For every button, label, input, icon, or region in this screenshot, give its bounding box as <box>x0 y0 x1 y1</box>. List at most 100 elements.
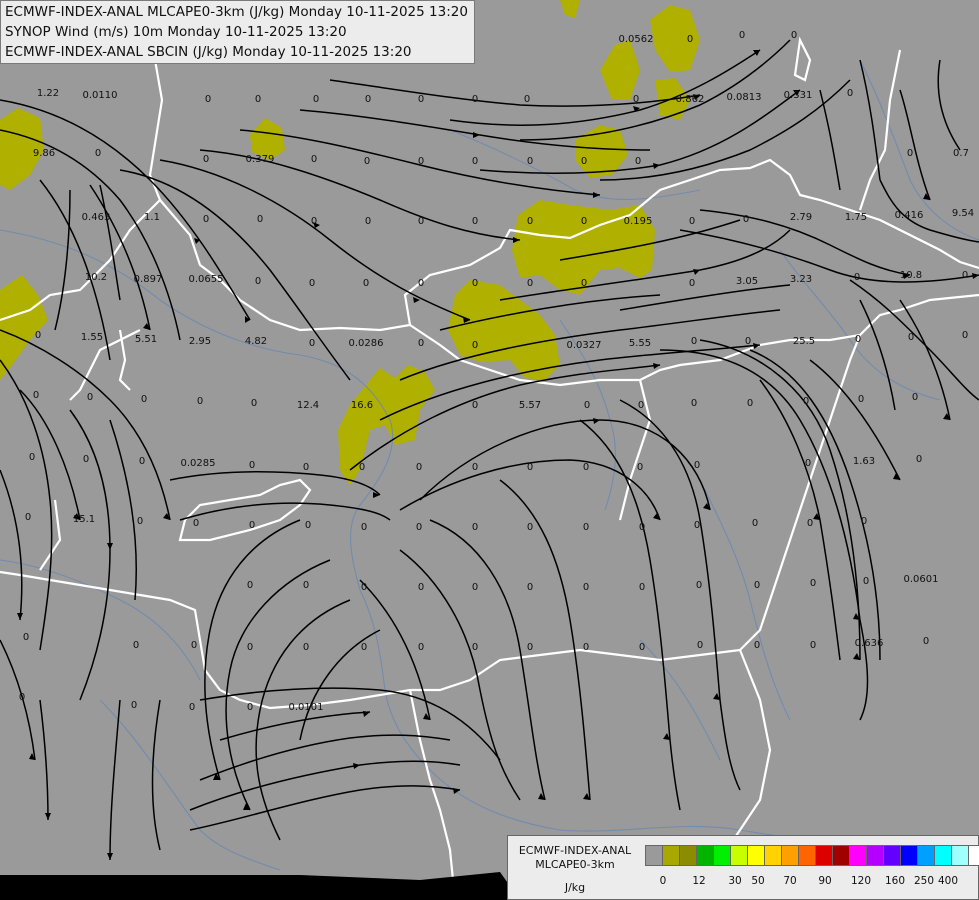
sbcin-value-label: 0 <box>416 462 422 473</box>
sbcin-value-label: 0 <box>361 522 367 533</box>
legend-swatch <box>798 845 816 866</box>
sbcin-value-label: 0 <box>583 642 589 653</box>
sbcin-value-label: 0.0655 <box>189 274 224 285</box>
sbcin-value-label: 0 <box>472 400 478 411</box>
sbcin-value-label: 0 <box>584 400 590 411</box>
sbcin-value-label: 0 <box>363 278 369 289</box>
sbcin-value-label: 0 <box>251 398 257 409</box>
sbcin-value-label: 0 <box>810 578 816 589</box>
legend-swatch <box>815 845 833 866</box>
sbcin-value-label: 0 <box>247 702 253 713</box>
sbcin-value-label: 0 <box>359 462 365 473</box>
sbcin-value-label: 0 <box>303 462 309 473</box>
sbcin-value-label: 3.05 <box>736 276 758 287</box>
sbcin-value-label: 0 <box>745 336 751 347</box>
sbcin-value-label: 1.22 <box>37 88 59 99</box>
sbcin-value-label: 0 <box>803 396 809 407</box>
sbcin-value-label: 0 <box>364 156 370 167</box>
legend-tick-label: 160 <box>884 875 906 887</box>
legend-swatch <box>951 845 969 866</box>
legend-title-line2: MLCAPE0-3km <box>535 858 615 871</box>
sbcin-value-label: 0 <box>747 398 753 409</box>
sbcin-value-label: 0 <box>137 516 143 527</box>
sbcin-value-label: 0 <box>583 582 589 593</box>
sbcin-value-label: 0 <box>962 330 968 341</box>
legend-swatch <box>917 845 935 866</box>
legend-swatch <box>730 845 748 866</box>
sbcin-value-label: 0 <box>739 30 745 41</box>
sbcin-value-label: 0 <box>309 338 315 349</box>
sbcin-value-label: 0 <box>255 94 261 105</box>
sbcin-value-label: 0 <box>189 702 195 713</box>
sbcin-value-label: 0 <box>916 454 922 465</box>
sbcin-value-label: 0.0110 <box>83 90 118 101</box>
sbcin-value-label: 0.0327 <box>567 340 602 351</box>
legend-title-line1: ECMWF-INDEX-ANAL <box>518 844 632 857</box>
sbcin-value-label: 0 <box>810 640 816 651</box>
sbcin-value-label: 1.75 <box>845 212 867 223</box>
title-sbcin: ECMWF-INDEX-ANAL SBCIN (J/kg) Monday 10-… <box>5 44 412 60</box>
sbcin-value-label: 5.51 <box>135 334 157 345</box>
sbcin-value-label: 0 <box>418 642 424 653</box>
sbcin-value-label: 0 <box>131 700 137 711</box>
sbcin-value-label: 0 <box>807 518 813 529</box>
sbcin-value-label: 5.55 <box>629 338 651 349</box>
sbcin-value-label: 0 <box>365 94 371 105</box>
sbcin-value-label: 0 <box>743 214 749 225</box>
sbcin-value-label: 0 <box>29 452 35 463</box>
legend-swatch <box>764 845 782 866</box>
sbcin-value-label: 0 <box>249 520 255 531</box>
legend-tick-label: 70 <box>783 875 797 887</box>
sbcin-value-label: 0 <box>19 692 25 703</box>
sbcin-value-label: 0 <box>35 330 41 341</box>
sbcin-value-label: 0.0101 <box>289 702 324 713</box>
sbcin-value-label: 0 <box>637 462 643 473</box>
sbcin-value-label: 0 <box>847 88 853 99</box>
sbcin-value-label: 4.82 <box>245 336 267 347</box>
sbcin-value-label: 0 <box>95 148 101 159</box>
legend-swatch <box>900 845 918 866</box>
sbcin-value-label: 0 <box>923 636 929 647</box>
sbcin-value-label: 0 <box>472 156 478 167</box>
sbcin-value-label: 0 <box>527 642 533 653</box>
sbcin-value-label: 0 <box>581 156 587 167</box>
legend-tick-label: 12 <box>692 875 706 887</box>
map-title-box: ECMWF-INDEX-ANAL MLCAPE0-3km (J/kg) Mond… <box>0 0 475 64</box>
legend-swatch <box>696 845 714 866</box>
sbcin-value-label: 0 <box>527 278 533 289</box>
sbcin-value-label: 0 <box>691 336 697 347</box>
sbcin-value-label: 2.79 <box>790 212 812 223</box>
sbcin-value-label: 10.8 <box>900 270 922 281</box>
sbcin-value-label: 0 <box>33 390 39 401</box>
sbcin-value-label: 0 <box>361 582 367 593</box>
sbcin-value-label: 0.416 <box>895 210 924 221</box>
sbcin-value-label: 0 <box>855 334 861 345</box>
sbcin-value-label: 0.379 <box>246 154 275 165</box>
legend-tick-label: 120 <box>850 875 872 887</box>
sbcin-value-label: 0 <box>472 642 478 653</box>
sbcin-value-label: 0.636 <box>855 638 884 649</box>
sbcin-value-label: 0 <box>962 270 968 281</box>
sbcin-value-label: 0 <box>139 456 145 467</box>
sbcin-value-label: 0 <box>25 512 31 523</box>
sbcin-value-label: 0.195 <box>624 216 653 227</box>
sbcin-value-label: 0 <box>691 398 697 409</box>
sbcin-value-label: 0 <box>191 640 197 651</box>
legend-swatch <box>747 845 765 866</box>
sbcin-value-label: 0 <box>694 520 700 531</box>
weather-map[interactable]: 1.22 0.0110 0 0 0 0 0 0 0 0.0562 0 0 0 9.86 0 0 0.379 0 0 0… <box>0 0 979 900</box>
sbcin-value-label: 1.55 <box>81 332 103 343</box>
color-legend: ECMWF-INDEX-ANAL MLCAPE0-3km J/kg 0 12 30 5… <box>507 835 979 900</box>
sbcin-value-label: 0 <box>418 216 424 227</box>
sbcin-value-label: 0 <box>133 640 139 651</box>
sbcin-value-label: 0 <box>472 582 478 593</box>
sbcin-value-label: 0 <box>418 156 424 167</box>
sbcin-value-label: 9.54 <box>952 208 974 219</box>
sbcin-value-label: 0 <box>418 338 424 349</box>
sbcin-value-label: 0 <box>861 516 867 527</box>
sbcin-value-label: 0.7 <box>953 148 969 159</box>
sbcin-value-label: 0.0813 <box>727 92 762 103</box>
sbcin-value-label: 0 <box>527 156 533 167</box>
sbcin-value-label: 25.5 <box>793 336 815 347</box>
sbcin-value-label: 0 <box>754 640 760 651</box>
